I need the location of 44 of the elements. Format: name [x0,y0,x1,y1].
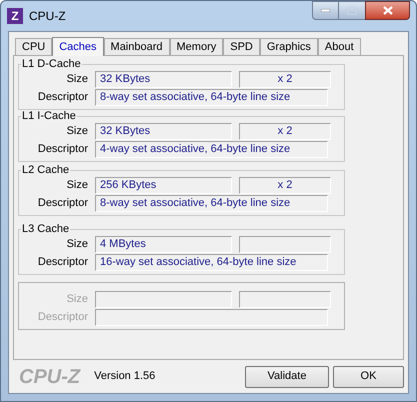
count-field: x 2 [239,123,331,140]
descriptor-field: 4-way set associative, 64-byte line size [95,141,328,158]
descriptor-field: 8-way set associative, 64-byte line size [95,195,328,212]
size-field: 4 MBytes [95,236,232,253]
size-field: 32 KBytes [95,71,232,88]
group-title: L1 D-Cache [21,58,82,71]
validate-button[interactable]: Validate [245,366,329,388]
minimize-icon [321,9,330,12]
tab[interactable]: Graphics [260,38,318,55]
descriptor-field: 16-way set associative, 64-byte line size [95,254,328,271]
size-label: Size [66,292,88,308]
group-title: L1 I-Cache [21,110,77,123]
count-field: x 2 [239,71,331,88]
descriptor-label: Descriptor [36,255,88,270]
size-label: Size [66,124,88,140]
version-text: Version 1.56 [94,369,156,384]
size-field: 256 KBytes [95,177,232,194]
descriptor-field: 8-way set associative, 64-byte line size [95,89,328,106]
ok-button[interactable]: OK [333,366,404,388]
minimize-button[interactable] [312,1,339,20]
logo: CPU-Z [19,364,80,390]
group-title: L2 Cache [21,164,70,177]
tab[interactable]: About [318,38,361,55]
size-field: 32 KBytes [95,123,232,140]
tab[interactable]: Caches [52,37,104,56]
count-field: x 2 [239,177,331,194]
tab[interactable]: CPU [15,38,52,55]
maximize-icon [347,6,357,14]
tab[interactable]: SPD [223,38,260,55]
window-title: CPU-Z [29,8,66,25]
descriptor-label: Descriptor [36,90,88,106]
maximize-button[interactable] [339,1,365,20]
group-title: L3 Cache [21,223,70,236]
tab[interactable]: Mainboard [104,38,170,55]
descriptor-label: Descriptor [36,310,88,326]
descriptor-label: Descriptor [36,142,88,158]
tab[interactable]: Memory [170,38,224,55]
size-label: Size [66,72,88,88]
close-icon [382,6,392,15]
descriptor-label: Descriptor [36,196,88,212]
size-label: Size [66,237,88,252]
app-icon: Z [7,8,23,24]
size-label: Size [66,178,88,194]
close-button[interactable] [365,1,410,20]
